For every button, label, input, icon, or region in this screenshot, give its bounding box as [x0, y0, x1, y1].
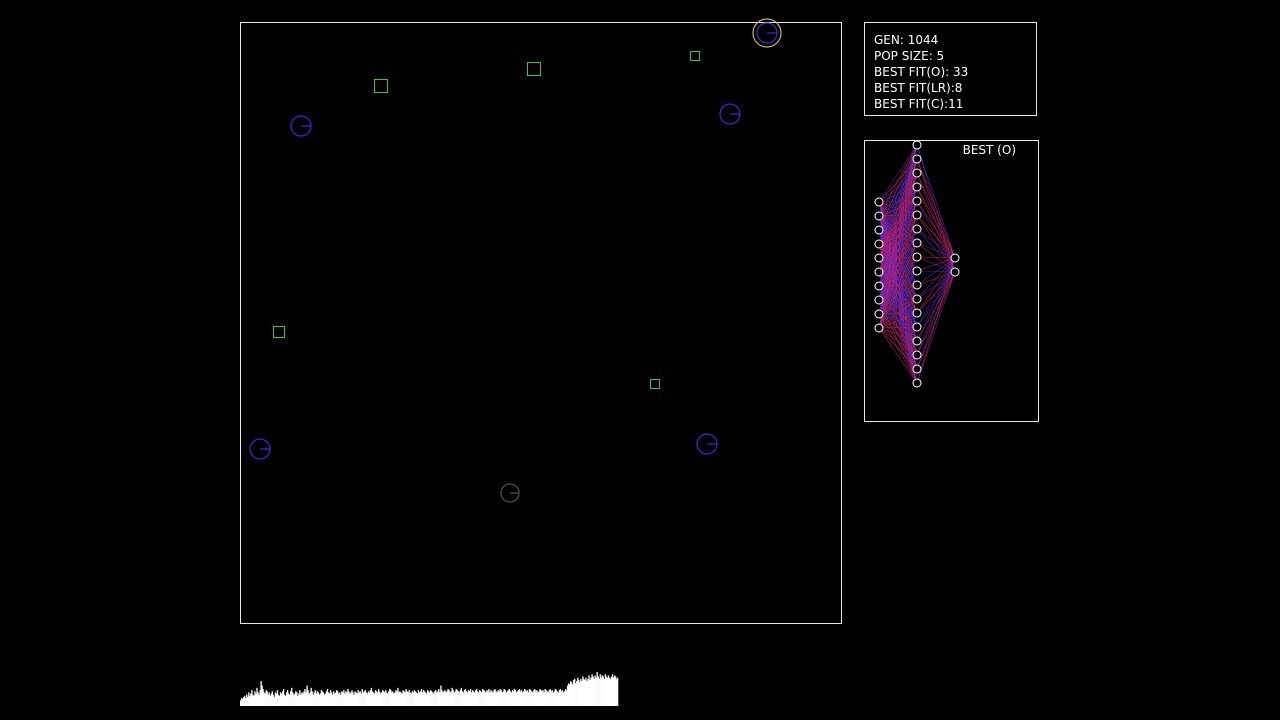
generation-stat: GEN: 1044 — [874, 33, 939, 47]
hidden-neuron — [912, 182, 922, 192]
network-connection — [916, 257, 956, 384]
network-connection — [916, 200, 956, 259]
network-connection — [916, 271, 956, 384]
best-fitness-o-stat: BEST FIT(O): 33 — [874, 65, 969, 79]
input-neuron — [874, 323, 884, 333]
best-agent — [752, 18, 782, 48]
arena-canvas — [249, 18, 782, 503]
hidden-neuron — [912, 280, 922, 290]
hidden-neuron — [912, 224, 922, 234]
hidden-neuron — [912, 308, 922, 318]
output-neuron — [950, 267, 960, 277]
agent — [696, 433, 718, 455]
agent — [719, 103, 741, 125]
hidden-neuron — [912, 294, 922, 304]
population-size-stat: POP SIZE: 5 — [874, 49, 945, 63]
food-square — [374, 79, 388, 93]
fitness-history-bars — [240, 672, 619, 706]
food-square — [650, 379, 660, 389]
hidden-neuron — [912, 238, 922, 248]
hidden-neuron — [912, 154, 922, 164]
network-connection — [916, 257, 956, 370]
hidden-neuron — [912, 252, 922, 262]
network-panel-title: BEST (O) — [962, 143, 1016, 157]
stats-panel: GEN: 1044 POP SIZE: 5 BEST FIT(O): 33 BE… — [864, 22, 1037, 116]
food-square — [273, 326, 285, 338]
hidden-neuron — [912, 350, 922, 360]
hidden-neuron — [912, 322, 922, 332]
hidden-neuron — [912, 378, 922, 388]
input-neuron — [874, 309, 884, 319]
game-screen: GEN: 1044 POP SIZE: 5 BEST FIT(O): 33 BE… — [0, 0, 1280, 720]
neural-network-panel: BEST (O) — [864, 140, 1039, 422]
network-connection — [916, 257, 956, 314]
best-fitness-c-stat: BEST FIT(C):11 — [874, 97, 964, 111]
simulation-arena — [240, 18, 842, 624]
network-connection — [916, 144, 956, 259]
network-connections — [878, 144, 956, 384]
input-neuron — [874, 197, 884, 207]
agent — [500, 483, 520, 503]
input-neuron — [874, 295, 884, 305]
hidden-neuron — [912, 210, 922, 220]
hidden-neuron — [912, 336, 922, 346]
network-connection — [916, 257, 956, 286]
hidden-neuron — [912, 141, 922, 150]
network-connection — [916, 257, 956, 342]
best-fitness-lr-stat: BEST FIT(LR):8 — [874, 81, 963, 95]
agent — [249, 438, 271, 460]
hidden-neuron — [912, 196, 922, 206]
hidden-neuron — [912, 168, 922, 178]
fitness-history-histogram — [240, 672, 619, 706]
neural-network-graph — [874, 141, 960, 388]
agent — [290, 115, 312, 137]
network-connection — [916, 214, 956, 259]
hidden-neuron — [912, 364, 922, 374]
input-neuron — [874, 239, 884, 249]
input-neuron — [874, 267, 884, 277]
fitness-bar — [616, 677, 619, 706]
hidden-neuron — [912, 266, 922, 276]
input-neuron — [874, 253, 884, 263]
food-square — [527, 62, 541, 76]
output-neuron — [950, 253, 960, 263]
food-square — [690, 51, 700, 61]
input-neuron — [874, 281, 884, 291]
input-neuron — [874, 211, 884, 221]
input-neuron — [874, 225, 884, 235]
